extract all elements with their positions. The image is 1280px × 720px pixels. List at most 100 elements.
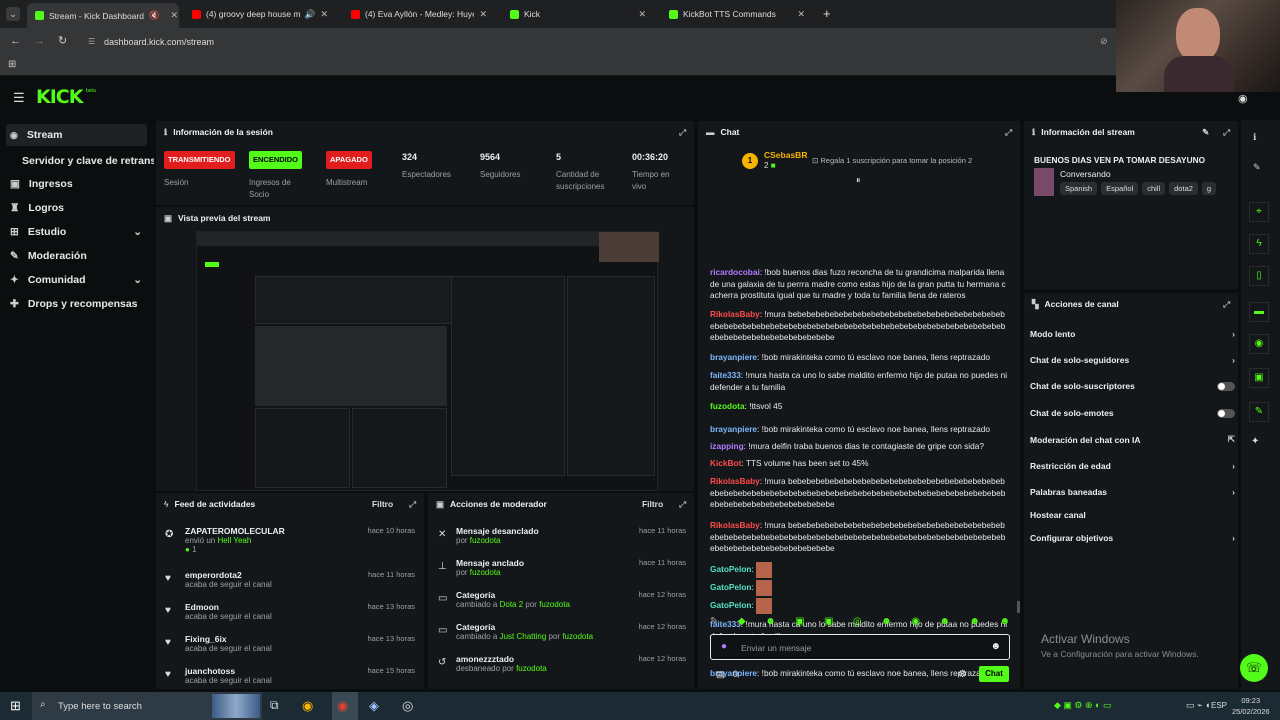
- menu-icon[interactable]: ☰: [13, 90, 25, 106]
- close-tab-icon[interactable]: ✕: [320, 9, 328, 20]
- camera-off-icon[interactable]: ⊘: [1100, 36, 1108, 47]
- expand-icon[interactable]: ⤢: [1223, 127, 1230, 138]
- emote-icon[interactable]: ◆: [738, 616, 746, 630]
- language-indicator[interactable]: ESP: [1211, 701, 1227, 710]
- close-tab-icon[interactable]: ✕: [171, 10, 179, 21]
- emoji-icon[interactable]: ☻: [990, 641, 1001, 652]
- chat-message[interactable]: GatoPelon:: [710, 562, 1008, 578]
- emote-icon[interactable]: ▣: [824, 616, 833, 630]
- action-ai-moderation[interactable]: Moderación del chat con IA ⇱: [1030, 434, 1235, 445]
- pause-icon[interactable]: ⏸: [856, 175, 861, 186]
- reload-icon[interactable]: ↻: [58, 34, 67, 47]
- people-icon[interactable]: ✦: [1251, 436, 1259, 447]
- info-icon[interactable]: ℹ: [1253, 132, 1256, 143]
- mod-item[interactable]: ↺ amonezzztado desbaneado por fuzodota hace…: [436, 654, 690, 673]
- new-tab-icon[interactable]: +: [823, 6, 831, 21]
- emote-icon[interactable]: ☻: [939, 616, 950, 630]
- tab-youtube-1[interactable]: (4) groovy deep house mix 🔊 ✕: [184, 3, 336, 25]
- action-slow-mode[interactable]: Modo lento ›: [1030, 329, 1235, 339]
- expand-icon[interactable]: ⤢: [1005, 127, 1012, 138]
- close-tab-icon[interactable]: ✕: [797, 9, 805, 20]
- windows-start-icon[interactable]: ⊞: [10, 698, 21, 714]
- edit-icon[interactable]: ✎: [1253, 162, 1261, 173]
- feed-item[interactable]: ✪ ZAPATEROMOLECULAR envió un Hell Yeah ● 1h…: [163, 526, 423, 554]
- apps-grid-icon[interactable]: ⊞: [8, 59, 16, 70]
- emote-icon[interactable]: ☻: [881, 616, 892, 630]
- feed-item[interactable]: ♥ emperordota2 acaba de seguir el canal hac…: [163, 570, 423, 589]
- tag[interactable]: dota2: [1169, 182, 1198, 195]
- chat-username[interactable]: RikolasBaby: [710, 520, 760, 530]
- chat-message[interactable]: RikolasBaby: !mura bebebebebebebebebebeb…: [710, 520, 1008, 555]
- chat-message[interactable]: brayanpiere: !bob mirakinteka como tú es…: [710, 352, 1008, 364]
- emote-icon[interactable]: ☻: [999, 616, 1010, 630]
- chat-username[interactable]: brayanpiere: [710, 424, 757, 434]
- sidebar-item-server-key[interactable]: Servidor y clave de retransmisión: [22, 155, 154, 167]
- chat-message[interactable]: fuzodota: !ttsvol 45: [710, 401, 1008, 413]
- chat-message[interactable]: faite333: !mura hasta ca uno lo sabe mal…: [710, 370, 1008, 393]
- target-icon[interactable]: ⌖: [1249, 202, 1269, 222]
- sidebar-item-stream[interactable]: ◉ Stream: [10, 129, 62, 141]
- kick-logo[interactable]: KICK: [36, 86, 83, 108]
- tab-youtube-2[interactable]: (4) Eva Ayllón - Medley: Huye de ✕: [343, 3, 495, 25]
- expand-icon[interactable]: ⤢: [409, 499, 416, 510]
- emote-icon[interactable]: ◉: [911, 616, 920, 630]
- emote-icon[interactable]: ☻: [969, 616, 980, 630]
- action-subs-only[interactable]: Chat de solo-suscriptores: [1030, 381, 1235, 391]
- sidebar-item-comunidad[interactable]: ✦ Comunidad ⌄: [10, 274, 142, 286]
- tag[interactable]: Spanish: [1060, 182, 1098, 195]
- url-field[interactable]: dashboard.kick.com/stream: [104, 37, 214, 47]
- chat-username[interactable]: GatoPelon: [710, 582, 752, 592]
- close-tab-icon[interactable]: ✕: [479, 9, 487, 20]
- task-view-icon[interactable]: ⧉: [270, 698, 279, 713]
- feed-item[interactable]: ♥ Fixing_6ix acaba de seguir el canal hace …: [163, 634, 423, 653]
- tab-kickbot[interactable]: KickBot TTS Commands ✕: [661, 3, 813, 25]
- tray-system-icons[interactable]: ▭ ⌁ ◖: [1186, 700, 1210, 711]
- filter-button[interactable]: Filtro: [642, 499, 663, 509]
- chat-message[interactable]: ricardocobai: !bob buenos dias fuzo reco…: [710, 267, 1008, 302]
- tray-icons[interactable]: ◆ ▣ ⚙ ⊕ ◐ ▭: [1054, 700, 1111, 711]
- action-emotes-only[interactable]: Chat de solo-emotes: [1030, 408, 1235, 418]
- support-chat-icon[interactable]: ☏: [1240, 654, 1268, 682]
- send-chat-button[interactable]: Chat: [979, 666, 1009, 682]
- chat-username[interactable]: KickBot: [710, 458, 741, 468]
- feed-item[interactable]: ♥ juanchotoss acaba de seguir el canal hace…: [163, 666, 423, 685]
- sidebar-item-moderacion[interactable]: ✎ Moderación: [10, 250, 87, 262]
- settings-icon[interactable]: ⚙: [958, 669, 967, 680]
- site-info-icon[interactable]: ☰: [88, 37, 95, 46]
- category-name[interactable]: Conversando: [1060, 169, 1111, 179]
- mod-item[interactable]: ✕ Mensaje desanclado por fuzodota hace 11 h…: [436, 526, 690, 545]
- bolt-icon[interactable]: ϟ: [1249, 234, 1269, 254]
- subs-only-toggle[interactable]: [1217, 381, 1235, 391]
- sidebar-item-ingresos[interactable]: ▣ Ingresos: [10, 178, 73, 190]
- forward-icon[interactable]: →: [34, 35, 45, 47]
- chat-message[interactable]: KickBot: TTS volume has been set to 45%: [710, 458, 1008, 470]
- sidebar-item-estudio[interactable]: ⊞ Estudio ⌄: [10, 226, 142, 238]
- shield-icon[interactable]: ▣: [1249, 368, 1269, 388]
- stream-preview-video[interactable]: [196, 231, 659, 491]
- emote-icon[interactable]: ☻: [765, 616, 776, 630]
- action-goals[interactable]: Configurar objetivos ›: [1030, 533, 1235, 543]
- points-display[interactable]: ▤ 0: [716, 669, 738, 680]
- chat-username[interactable]: RikolasBaby: [710, 309, 760, 319]
- action-banned-words[interactable]: Palabras baneadas ›: [1030, 487, 1235, 497]
- chat-username[interactable]: brayanpiere: [710, 352, 757, 362]
- chat-message[interactable]: brayanpiere: !bob mirakinteka como tú es…: [710, 424, 1008, 436]
- steam-icon[interactable]: ◈: [369, 698, 379, 714]
- mute-icon[interactable]: 🔇: [149, 10, 160, 21]
- pinned-user[interactable]: CSebasBR: [764, 150, 807, 160]
- action-age-restriction[interactable]: Restricción de edad ›: [1030, 461, 1235, 471]
- audio-icon[interactable]: 🔊: [305, 9, 316, 20]
- tab-search-icon[interactable]: ⌄: [6, 7, 20, 21]
- sidebar-item-drops[interactable]: ✚ Drops y recompensas: [10, 298, 138, 310]
- expand-icon[interactable]: ⤢: [679, 499, 686, 510]
- tag[interactable]: chill: [1142, 182, 1166, 195]
- chat-message[interactable]: GatoPelon:: [710, 580, 1008, 596]
- back-icon[interactable]: ←: [10, 35, 21, 47]
- mod-item[interactable]: ⊥ Mensaje anclado por fuzodota hace 11 hora…: [436, 558, 690, 577]
- clock[interactable]: 09:23 25/02/2026: [1232, 695, 1270, 717]
- chat-username[interactable]: ricardocobai: [710, 267, 760, 277]
- emotes-only-toggle[interactable]: [1217, 408, 1235, 418]
- phone-icon[interactable]: ▯: [1249, 266, 1269, 286]
- close-tab-icon[interactable]: ✕: [638, 9, 646, 20]
- chat-input[interactable]: ● Enviar un mensaje ☻: [710, 634, 1010, 660]
